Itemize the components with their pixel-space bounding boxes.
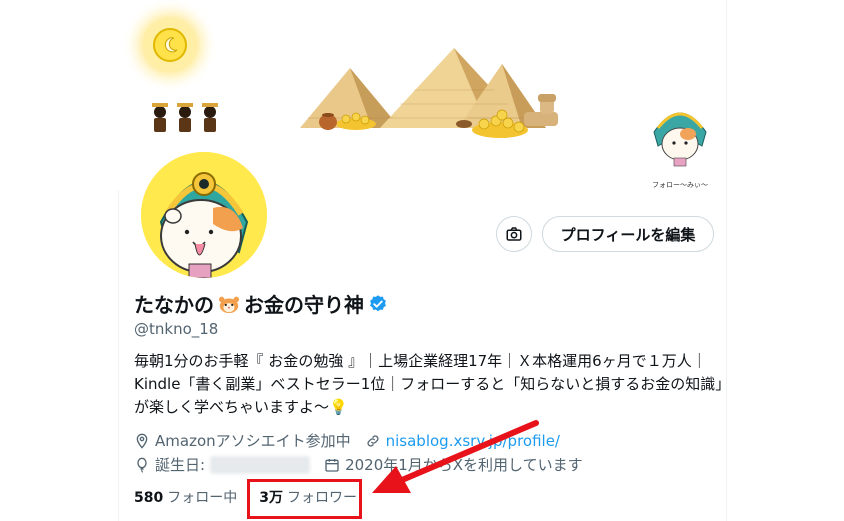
birthday-item: 誕生日:: [134, 454, 311, 475]
sticker-caption: フォロー〜みぃ〜: [652, 181, 708, 189]
followers-highlight-box: [247, 479, 362, 519]
balloon-icon: [137, 457, 147, 473]
camera-button[interactable]: [496, 216, 532, 252]
following-label: フォロー中: [167, 490, 238, 506]
profile-bio: 毎朝1分のお手軽『 お金の勉強 』｜上場企業経理17年｜Ｘ本格運用6ヶ月で１万人…: [134, 352, 723, 416]
display-name-suffix: お金の守り神: [244, 293, 364, 317]
edit-profile-button[interactable]: プロフィールを編集: [542, 216, 714, 252]
following-link[interactable]: 580 フォロー中: [134, 487, 237, 507]
egyptian-figures: [152, 103, 218, 132]
website-link[interactable]: nisablog.xsrv.jp/profile/: [386, 432, 560, 450]
avatar-image: [141, 152, 267, 278]
birthday-label: 誕生日:: [155, 456, 206, 474]
hamster-emoji-icon: [218, 296, 240, 313]
link-icon: [367, 434, 379, 447]
location-pin-icon: [136, 433, 148, 449]
joined-text: 2020年1月からXを利用しています: [345, 456, 583, 474]
location-item: Amazonアソシエイト参加中: [134, 430, 351, 451]
pharaoh-hamster-sticker: [650, 106, 710, 167]
website-item[interactable]: nisablog.xsrv.jp/profile/: [365, 432, 560, 450]
camera-icon: [506, 227, 522, 241]
verified-badge-icon[interactable]: [368, 294, 388, 314]
profile-meta-row-2: 誕生日: 2020年1月からXを利用しています: [134, 454, 597, 475]
profile-avatar[interactable]: [137, 148, 271, 282]
profile-handle: @tnkno_18: [134, 320, 219, 338]
following-count: 580: [134, 490, 164, 506]
column-border-right: [726, 0, 727, 521]
hamster-pharaoh-avatar: [141, 152, 267, 278]
location-text: Amazonアソシエイト参加中: [155, 432, 351, 450]
birthday-redacted: [210, 455, 311, 474]
display-name: たなかの: [134, 293, 214, 317]
sun-icon: [153, 28, 187, 62]
calendar-icon: [325, 458, 339, 472]
name-row: たなかの お金の守り神: [134, 289, 388, 318]
joined-item: 2020年1月からXを利用しています: [324, 454, 583, 475]
profile-meta-row-1: Amazonアソシエイト参加中 nisablog.xsrv.jp/profile…: [134, 430, 574, 451]
